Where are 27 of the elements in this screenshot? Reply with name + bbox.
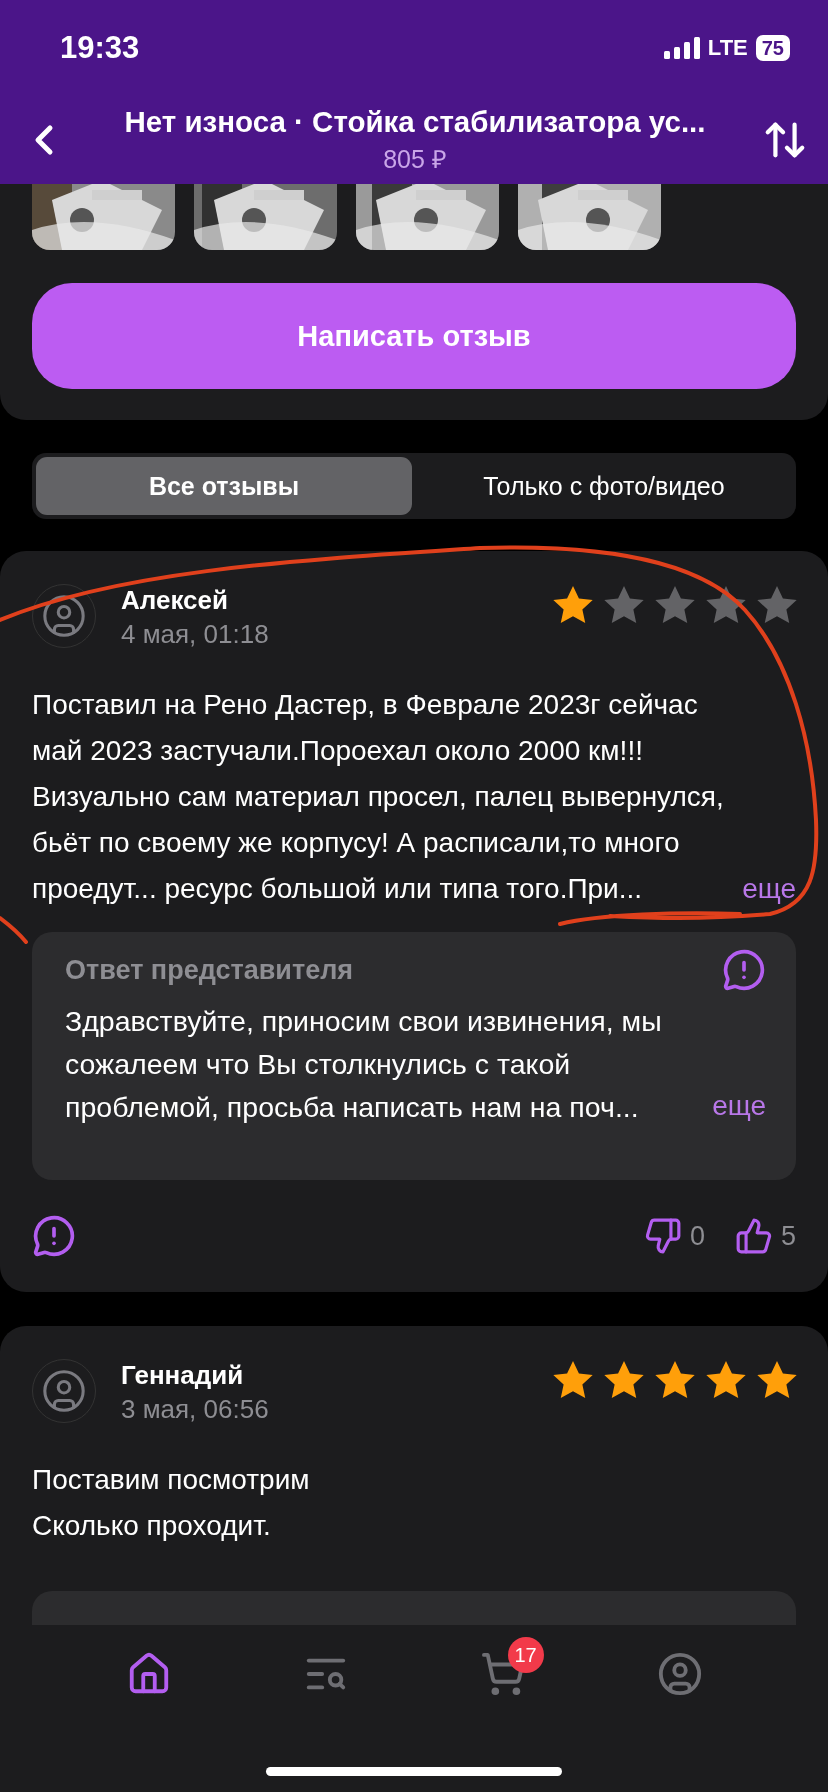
reply-text: Здравствуйте, приносим свои извинения, мы сожалеем что Вы столкнулись с такой проблемой, просьба написать нам на поч...: [65, 1004, 663, 1125]
product-title: Нет износа · Стойка стабилизатора ус...: [124, 105, 706, 139]
battery-level: 75: [755, 35, 790, 61]
warning-bubble-icon[interactable]: [32, 1214, 76, 1258]
more-link[interactable]: еще: [742, 866, 796, 912]
more-link[interactable]: еще: [712, 1083, 766, 1129]
signal-icon: [663, 37, 700, 59]
thumbs-up-icon[interactable]: [734, 1217, 773, 1255]
author-name: Алексей: [121, 584, 229, 616]
review-text: Поставим посмотрим Сколько проходит.: [32, 1463, 311, 1543]
thumbs-down-icon[interactable]: [643, 1217, 682, 1255]
status-time: 19:33: [60, 30, 140, 66]
filter-tab[interactable]: Только с фото/видео: [416, 457, 792, 515]
warning-bubble-icon[interactable]: [722, 948, 766, 992]
network-label: LTE: [707, 35, 748, 61]
cart-badge: 17: [507, 1637, 544, 1673]
product-price: 805 ₽: [383, 144, 447, 175]
reply-title: Ответ представителя: [65, 954, 354, 986]
review-text: Поставил на Рено Дастер, в Феврале 2023г сейчас май 2023 застучали.Пороехал около 2000 км!!! Визуально сам материал просел, палец вывернулся, бьёт по своему же корпусу! А расписали,то много проедут... ресурс большой или типа того.При...: [32, 688, 725, 906]
review-date: 3 мая, 06:56: [121, 1393, 270, 1426]
profile-icon[interactable]: [656, 1651, 703, 1697]
dislike-count: 0: [689, 1220, 705, 1252]
write-review-button[interactable]: Написать отзыв: [32, 283, 796, 389]
author-name: Геннадий: [121, 1359, 245, 1391]
review-date: 4 мая, 01:18: [121, 618, 270, 651]
like-count: 5: [780, 1220, 796, 1252]
filter-tab[interactable]: Все отзывы: [36, 457, 412, 515]
